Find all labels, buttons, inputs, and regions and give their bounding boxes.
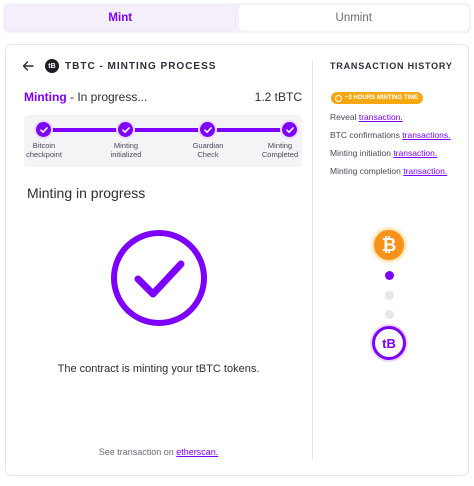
clock-icon	[335, 94, 342, 102]
progress-dot-active	[385, 271, 394, 280]
step-label-guardian-check: Guardian Check	[192, 141, 224, 159]
transaction-history-title: TRANSACTION HISTORY	[330, 61, 453, 71]
status-rest: - In progress...	[66, 90, 148, 104]
step-label-minting-completed: Minting Completed	[261, 141, 299, 159]
bitcoin-coin-icon: ₿	[372, 228, 406, 262]
tab-mint[interactable]: Mint	[5, 5, 236, 31]
mint-unmint-tabs: Mint Unmint	[3, 3, 471, 33]
tbtc-logo-icon: tB	[45, 59, 59, 73]
minting-card: tB TBTC - MINTING PROCESS Minting - In p…	[5, 44, 469, 476]
history-item-reveal: Reveal transaction.	[330, 112, 403, 122]
status-row: Minting - In progress... 1.2 tBTC	[24, 90, 302, 104]
step-label-minting-initialized: Minting initialized	[110, 141, 142, 159]
minting-completion-link[interactable]: transaction.	[403, 166, 447, 176]
step-bitcoin-checkpoint-check-icon	[34, 120, 53, 139]
minting-initiation-link[interactable]: transaction.	[393, 148, 437, 158]
mint-amount: 1.2 tBTC	[254, 90, 302, 104]
large-checkmark-icon	[111, 230, 207, 326]
history-item-minting-initiation: Minting initiation transaction.	[330, 148, 438, 158]
step-minting-initialized-check-icon	[116, 120, 135, 139]
btc-confirmations-link[interactable]: transactions.	[402, 130, 450, 140]
tab-unmint[interactable]: Unmint	[238, 5, 469, 31]
page-title: TBTC - MINTING PROCESS	[65, 60, 217, 72]
stepper-track	[44, 128, 289, 132]
status-strong: Minting	[24, 90, 67, 104]
see-transaction-text: See transaction on etherscan.	[98, 447, 219, 457]
panel-divider	[312, 60, 313, 460]
step-label-bitcoin-checkpoint: Bitcoin checkpoint	[26, 141, 62, 159]
back-arrow-icon[interactable]	[21, 59, 35, 73]
minting-time-badge: ~3 HOURS MINTING TIME	[331, 92, 424, 104]
reveal-transaction-link[interactable]: transaction.	[359, 112, 403, 122]
minting-panel: tB TBTC - MINTING PROCESS Minting - In p…	[6, 45, 311, 475]
progress-dot-inactive	[385, 310, 394, 319]
step-guardian-check-check-icon	[198, 120, 217, 139]
progress-heading: Minting in progress	[27, 185, 146, 201]
minting-message: The contract is minting your tBTC tokens…	[57, 363, 260, 375]
etherscan-link[interactable]: etherscan.	[176, 447, 218, 457]
transaction-history-panel: TRANSACTION HISTORY ~3 HOURS MINTING TIM…	[324, 45, 464, 475]
history-item-minting-completion: Minting completion transaction.	[330, 166, 448, 176]
minting-stepper: Bitcoin checkpoint Minting initialized Gua…	[24, 115, 302, 167]
panel-header: tB TBTC - MINTING PROCESS	[21, 59, 216, 73]
status-text: Minting - In progress...	[24, 90, 147, 104]
history-item-btc-confirmations: BTC confirmations transactions.	[330, 130, 451, 140]
tbtc-coin-icon: tB	[372, 326, 406, 360]
progress-dot-inactive	[385, 291, 394, 300]
step-minting-completed-check-icon	[280, 120, 299, 139]
